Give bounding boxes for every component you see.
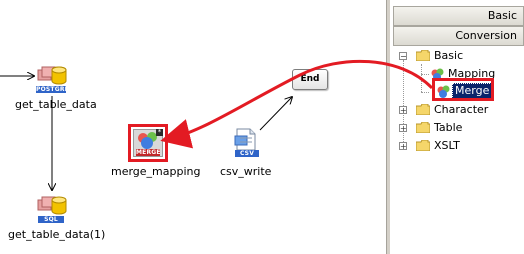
- csv-badge: CSV: [235, 150, 259, 157]
- tree-guide: [403, 60, 404, 146]
- node-label-merge-mapping: merge_mapping: [111, 165, 201, 178]
- palette-panel: Basic Conversion − Basic Mapping Merge +…: [390, 0, 524, 254]
- tree-label-basic: Basic: [434, 49, 464, 62]
- node-label-get-table-data-1: get_table_data(1): [8, 228, 106, 241]
- node-label-get-table-data: get_table_data: [15, 98, 97, 111]
- node-merge-mapping[interactable]: * MERGE: [128, 124, 168, 162]
- merge-palette-highlight: [432, 78, 494, 101]
- tree-label-character: Character: [434, 103, 489, 116]
- node-end[interactable]: End: [292, 69, 328, 90]
- tree-guide: [421, 64, 422, 92]
- expand-icon[interactable]: +: [399, 106, 407, 115]
- tab-basic[interactable]: Basic: [393, 6, 524, 26]
- expand-icon[interactable]: +: [399, 124, 407, 133]
- tree-guide: [421, 74, 429, 75]
- postgre-badge: POSTGRE: [36, 86, 69, 93]
- settings-gear-icon: *: [156, 128, 163, 136]
- database-icon: [37, 66, 67, 85]
- tree-label-table: Table: [434, 121, 463, 134]
- node-csv-write[interactable]: CSV: [230, 128, 264, 160]
- folder-icon: [416, 50, 430, 61]
- tree-guide: [421, 92, 429, 93]
- folder-icon: [416, 140, 430, 151]
- flow-canvas[interactable]: POSTGRE get_table_data SQL get_table_dat…: [0, 0, 386, 254]
- folder-icon: [416, 104, 430, 115]
- node-get-table-data[interactable]: POSTGRE: [34, 64, 69, 94]
- tab-conversion[interactable]: Conversion: [393, 26, 524, 46]
- merge-badge: MERGE: [136, 149, 161, 156]
- merge-icon: * MERGE: [133, 129, 163, 157]
- node-get-table-data-1[interactable]: SQL: [34, 194, 68, 224]
- csv-end-connector: [259, 97, 292, 131]
- node-label-csv-write: csv_write: [220, 165, 272, 178]
- collapse-icon[interactable]: −: [399, 52, 407, 61]
- database-icon: [37, 196, 67, 215]
- tree-label-xslt: XSLT: [434, 139, 460, 152]
- folder-icon: [416, 122, 430, 133]
- expand-icon[interactable]: +: [399, 142, 407, 151]
- sql-badge: SQL: [38, 216, 64, 223]
- document-icon: [234, 128, 256, 151]
